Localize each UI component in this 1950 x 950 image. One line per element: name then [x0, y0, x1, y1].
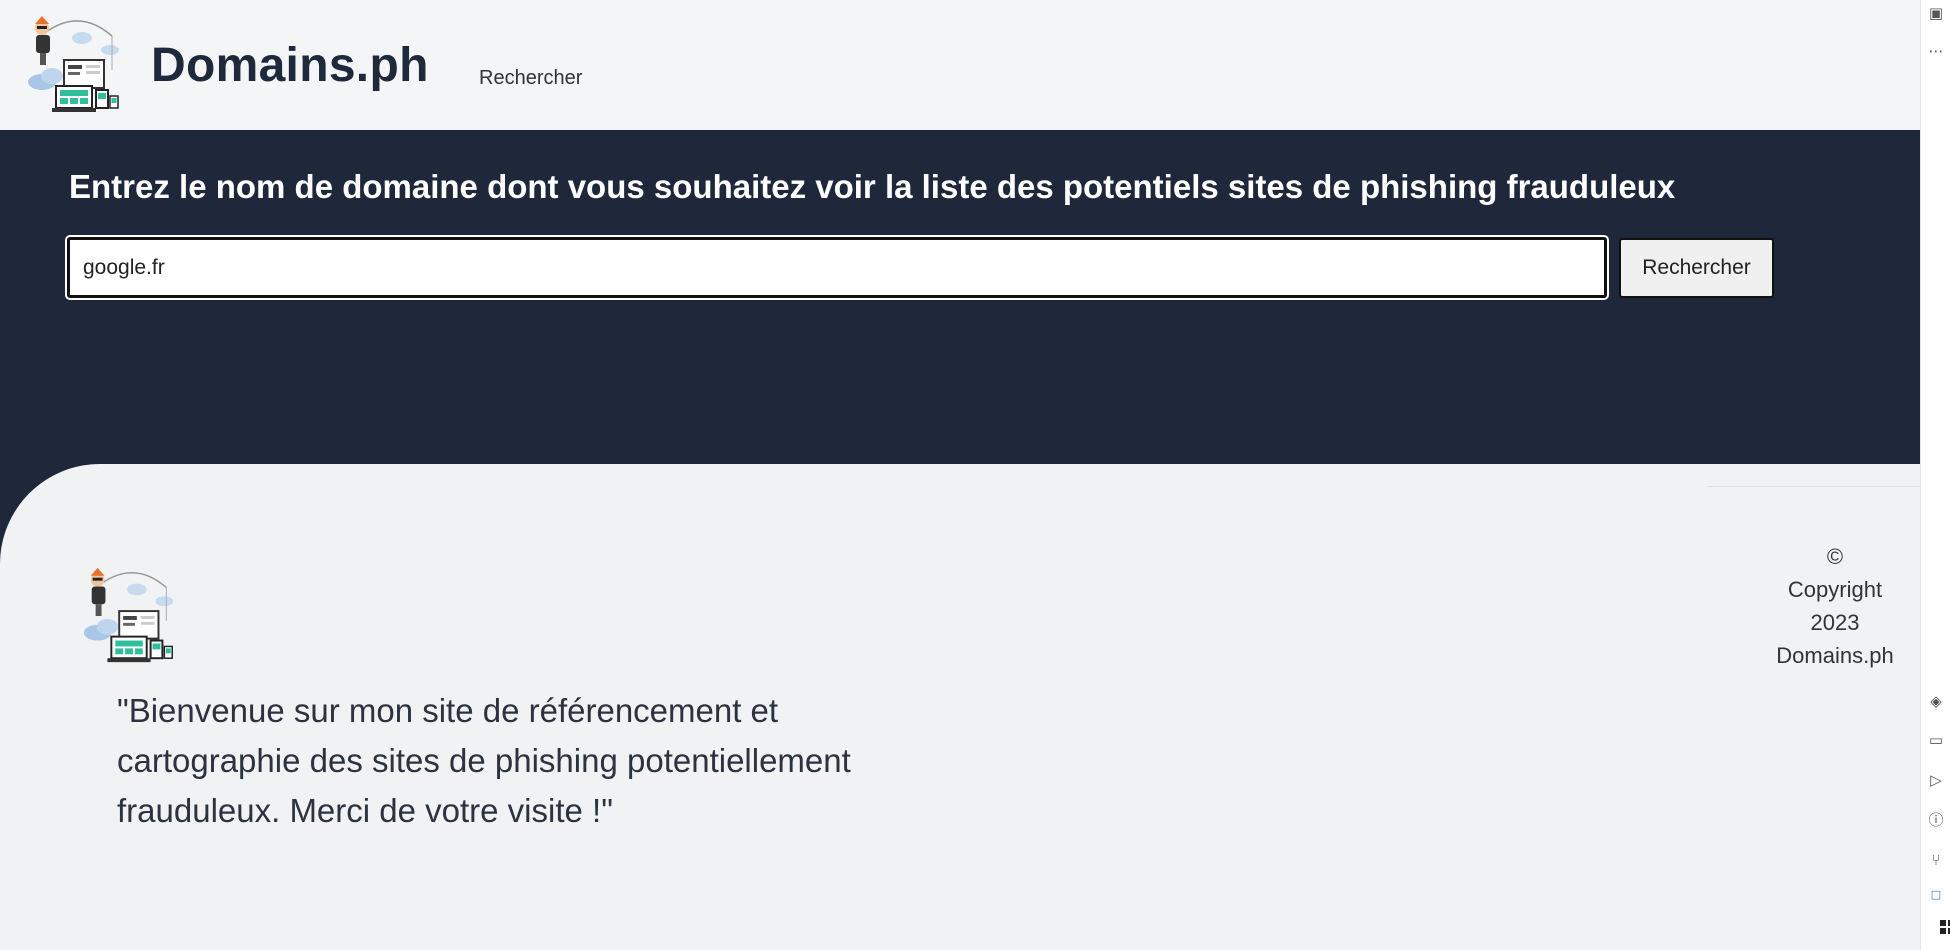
hero-title: Entrez le nom de domaine dont vous souha… [69, 168, 1676, 205]
footer-quote: "Bienvenue sur mon site de référencement… [117, 692, 851, 829]
more-icon[interactable]: ⋯ [1927, 42, 1945, 60]
copyright-year: 2023 [1810, 610, 1860, 635]
problems-icon[interactable]: ⓘ [1927, 811, 1945, 829]
copyright-label: Copyright [1787, 577, 1883, 602]
copyright-symbol: © [1826, 544, 1844, 569]
debug-icon[interactable]: ◈ [1927, 692, 1945, 710]
site-logo-icon[interactable] [20, 10, 130, 120]
site-title[interactable]: Domains.ph [151, 38, 429, 93]
remote-icon[interactable]: □ [1927, 886, 1945, 904]
run-icon[interactable]: ▷ [1927, 771, 1945, 789]
domain-search-input[interactable] [67, 237, 1607, 298]
copyright-owner: Domains.ph [1776, 643, 1894, 668]
copyright-text: © Copyright 2023 Domains.ph [1765, 540, 1905, 672]
layout-icon[interactable]: ▣ [1927, 4, 1945, 22]
footer-divider [1708, 486, 1920, 487]
nav-link-rechercher[interactable]: Rechercher [479, 67, 582, 90]
search-button[interactable]: Rechercher [1619, 238, 1774, 298]
footer-logo-icon [83, 567, 174, 663]
terminal-icon[interactable]: ▭ [1927, 731, 1945, 749]
site-header: Domains.ph Rechercher [0, 0, 1920, 130]
search-hero: Entrez le nom de domaine dont vous souha… [0, 130, 1920, 464]
editor-side-strip: ▣ ⋯ ◈ ▭ ▷ ⓘ ⑂ □ [1920, 0, 1950, 950]
git-branch-icon[interactable]: ⑂ [1927, 851, 1945, 869]
windows-icon[interactable] [1940, 920, 1950, 934]
